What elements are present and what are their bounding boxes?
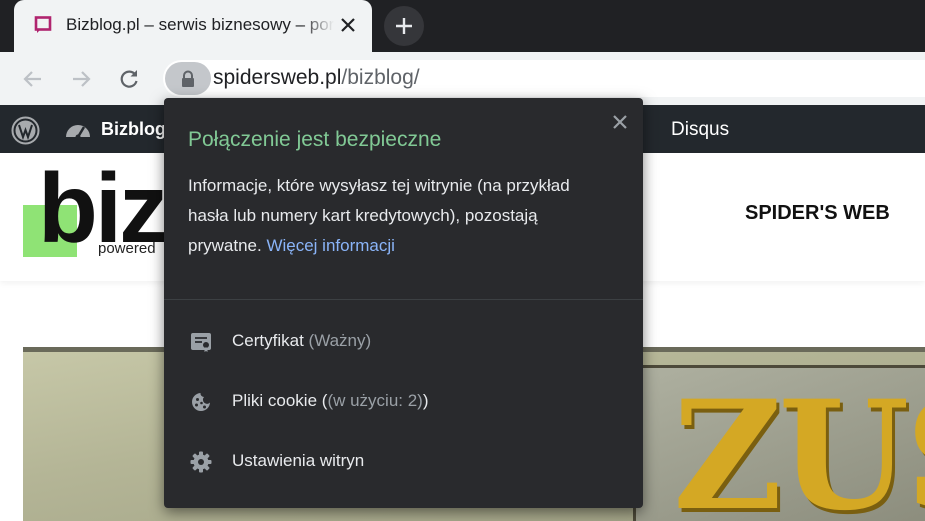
url-text[interactable]: spidersweb.pl/bizblog/ [213, 66, 420, 90]
more-info-link[interactable]: Więcej informacji [266, 236, 394, 255]
site-settings-row[interactable]: Ustawienia witryn [164, 435, 643, 489]
gear-icon [190, 451, 212, 473]
site-info-button[interactable] [165, 62, 211, 95]
arrow-right-icon [73, 71, 91, 87]
connection-description: Informacje, które wysyłasz tej witrynie … [188, 176, 570, 255]
close-icon[interactable] [608, 110, 632, 134]
popup-divider [164, 299, 643, 300]
hero-zus-letters: ZUS [673, 368, 925, 521]
reload-button[interactable] [114, 64, 144, 94]
wordpress-icon[interactable] [11, 116, 40, 145]
logo-powered-text: powered [98, 240, 156, 257]
admin-site-name[interactable]: Bizblog [101, 119, 166, 140]
new-tab-button[interactable] [384, 6, 424, 46]
site-info-popup: Połączenie jest bezpieczne Informacje, k… [164, 98, 643, 508]
dashboard-icon[interactable] [64, 117, 92, 141]
site-settings-label: Ustawienia witryn [232, 451, 365, 470]
tab-title: Bizblog.pl – serwis biznesowy – portal [66, 15, 334, 34]
cookies-row[interactable]: Pliki cookie ((w użyciu: 2)) [164, 375, 643, 429]
tab-close-icon[interactable] [337, 14, 359, 36]
forward-button[interactable] [66, 64, 96, 94]
lock-icon [182, 70, 194, 87]
admin-disqus-link[interactable]: Disqus [671, 119, 729, 141]
cookie-icon [192, 393, 210, 411]
certificate-status: (Ważny) [308, 331, 372, 350]
browser-tab[interactable]: Bizblog.pl – serwis biznesowy – portal [14, 0, 372, 52]
spiders-web-link[interactable]: SPIDER'S WEB [745, 202, 890, 225]
connection-status-title: Połączenie jest bezpieczne [188, 128, 442, 151]
url-path: /bizblog/ [341, 66, 420, 89]
url-host: spidersweb.pl [213, 66, 342, 89]
back-button[interactable] [18, 64, 48, 94]
cookies-count: (w użyciu: 2) [327, 391, 423, 410]
reload-icon [120, 70, 138, 88]
certificate-row[interactable]: Certyfikat (Ważny) [164, 315, 643, 369]
address-bar[interactable]: spidersweb.pl/bizblog/ [163, 60, 925, 97]
certificate-icon [191, 333, 211, 352]
tab-strip: Bizblog.pl – serwis biznesowy – portal [0, 0, 925, 52]
certificate-label: Certyfikat [232, 331, 304, 350]
cookies-label: Pliki cookie [232, 391, 318, 410]
bizblog-favicon-icon [34, 16, 52, 33]
arrow-left-icon [23, 71, 41, 87]
plus-icon [396, 18, 412, 34]
